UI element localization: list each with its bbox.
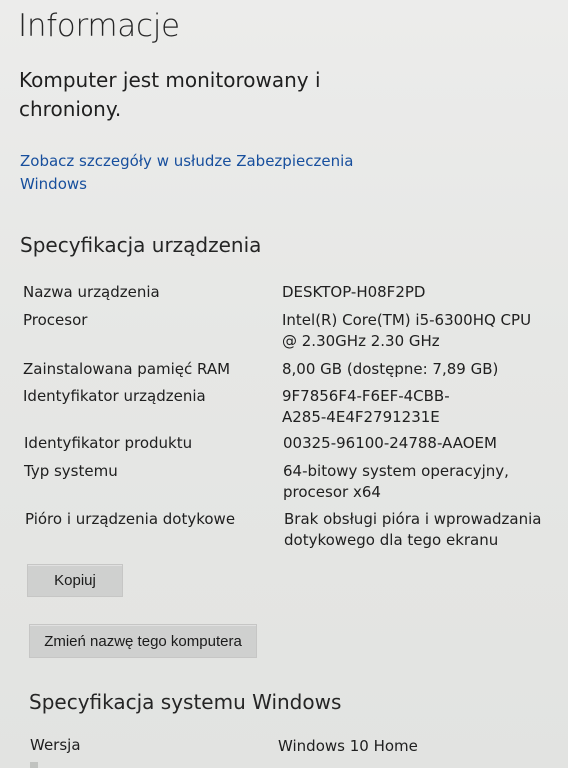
device-name-value-line-1: DESKTOP-H08F2PD: [282, 283, 426, 301]
device-specifications-heading: Specyfikacja urządzenia: [20, 233, 262, 257]
protection-status-line-2: chroniony.: [19, 97, 122, 121]
rename-pc-button[interactable]: Zmień nazwę tego komputera: [29, 624, 257, 658]
windows-security-details-link[interactable]: Zobacz szczegóły w usłudze Zabezpieczeni…: [20, 150, 353, 196]
processor-value: Intel(R) Core(TM) i5-6300HQ CPU @ 2.30GH…: [282, 310, 532, 352]
windows-specifications-heading: Specyfikacja systemu Windows: [29, 690, 342, 714]
device-id-row: Identyfikator urządzenia 9F7856F4-F6EF-4…: [23, 386, 563, 434]
installed-ram-label: Zainstalowana pamięć RAM: [23, 360, 231, 378]
device-id-value: 9F7856F4-F6EF-4CBB- A285-4E4F2791231E: [282, 386, 527, 428]
pen-and-touch-row: Pióro i urządzenia dotykowe Brak obsługi…: [25, 509, 565, 557]
system-type-value: 64-bitowy system operacyjny, procesor x6…: [283, 461, 528, 503]
pen-and-touch-value-line-2: dotykowego dla tego ekranu: [284, 531, 499, 549]
cut-off-text-fragment: [30, 762, 38, 768]
installed-ram-value: 8,00 GB (dostępne: 7,89 GB): [282, 359, 527, 380]
windows-version-label: Wersja: [30, 736, 81, 754]
pen-and-touch-value: Brak obsługi pióra i wprowadzania dotyko…: [284, 509, 542, 551]
system-type-value-line-1: 64-bitowy system operacyjny,: [283, 462, 509, 480]
device-name-label: Nazwa urządzenia: [23, 283, 160, 301]
protection-status-line-1: Komputer jest monitorowany i: [19, 68, 321, 92]
device-id-value-line-2: A285-4E4F2791231E: [282, 408, 440, 426]
windows-security-link-line-2[interactable]: Windows: [20, 173, 350, 196]
installed-ram-value-line-1: 8,00 GB (dostępne: 7,89 GB): [282, 360, 499, 378]
processor-value-line-1: Intel(R) Core(TM) i5-6300HQ CPU: [282, 311, 532, 329]
system-type-row: Typ systemu 64-bitowy system operacyjny,…: [24, 461, 564, 509]
system-type-label: Typ systemu: [24, 462, 118, 480]
page-title: Informacje: [18, 8, 180, 44]
product-id-value: 00325-96100-24788-AAOEM: [283, 433, 528, 454]
device-id-value-line-1: 9F7856F4-F6EF-4CBB-: [282, 387, 450, 405]
product-id-value-line-1: 00325-96100-24788-AAOEM: [283, 434, 497, 452]
pen-and-touch-label: Pióro i urządzenia dotykowe: [25, 510, 236, 528]
windows-version-row: Wersja Windows 10 Home: [30, 736, 550, 762]
device-id-label: Identyfikator urządzenia: [23, 387, 206, 405]
processor-value-line-2: @ 2.30GHz 2.30 GHz: [282, 332, 440, 350]
copy-button[interactable]: Kopiuj: [27, 564, 123, 597]
pen-and-touch-value-line-1: Brak obsługi pióra i wprowadzania: [284, 510, 542, 528]
processor-label: Procesor: [23, 311, 88, 329]
product-id-label: Identyfikator produktu: [24, 434, 193, 452]
protection-status: Komputer jest monitorowany i chroniony.: [19, 66, 349, 124]
device-name-value: DESKTOP-H08F2PD: [282, 282, 527, 303]
windows-security-link-line-1[interactable]: Zobacz szczegóły w usłudze Zabezpieczeni…: [20, 150, 353, 173]
windows-about-page: Informacje Komputer jest monitorowany i …: [0, 0, 568, 768]
windows-version-value: Windows 10 Home: [278, 737, 418, 755]
system-type-value-line-2: procesor x64: [283, 483, 381, 501]
processor-row: Procesor Intel(R) Core(TM) i5-6300HQ CPU…: [23, 310, 563, 358]
